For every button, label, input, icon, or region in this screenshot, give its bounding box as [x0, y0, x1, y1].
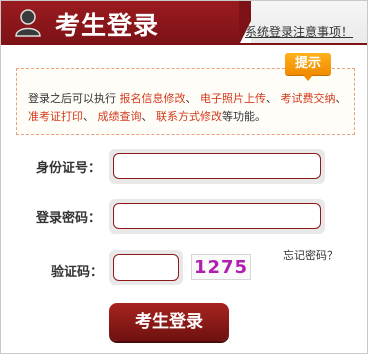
captcha-image[interactable]: 1275 — [191, 254, 251, 280]
forgot-password-link[interactable]: 忘记密码？ — [283, 247, 338, 263]
login-button[interactable]: 考生登录 — [109, 303, 229, 341]
tip-segment: 、 — [335, 92, 347, 105]
tip-link-contact-edit[interactable]: 联系方式修改 — [156, 110, 222, 123]
tip-link-photo-upload[interactable]: 电子照片上传 — [200, 92, 266, 105]
captcha-label: 验证码： — [51, 265, 104, 280]
login-panel: 考生登录 系统登录注意事项！ 提示 登录之后可以执行 报名信息修改、 电子照片上… — [0, 0, 368, 354]
user-icon — [15, 9, 41, 37]
tip-link-fee-payment[interactable]: 考试费交纳 — [281, 92, 336, 105]
captcha-input[interactable] — [113, 254, 179, 281]
page-title: 考生登录 — [55, 11, 160, 40]
tip-link-admission-print[interactable]: 准考证打印 — [28, 110, 83, 123]
tip-segment: 等功能。 — [222, 110, 266, 123]
id-number-label: 身份证号： — [36, 161, 102, 176]
password-input[interactable] — [113, 203, 321, 229]
tip-text: 登录之后可以执行 报名信息修改、 电子照片上传、 考试费交纳、 准考证打印、 成… — [28, 90, 350, 126]
tip-segment: 登录之后可以执行 — [28, 92, 120, 105]
tip-segment: 、 — [141, 110, 156, 123]
tip-link-score-query[interactable]: 成绩查询 — [98, 110, 142, 123]
login-notice-link[interactable]: 系统登录注意事项！ — [245, 23, 353, 40]
header-bar: 考生登录 系统登录注意事项！ — [1, 1, 367, 45]
tip-segment: 、 — [266, 92, 281, 105]
id-number-input[interactable] — [113, 153, 321, 179]
tip-segment: 、 — [185, 92, 200, 105]
tip-link-edit-registration[interactable]: 报名信息修改 — [120, 92, 186, 105]
password-label: 登录密码： — [36, 211, 102, 226]
tip-badge: 提示 — [285, 53, 331, 81]
tip-segment: 、 — [83, 110, 98, 123]
